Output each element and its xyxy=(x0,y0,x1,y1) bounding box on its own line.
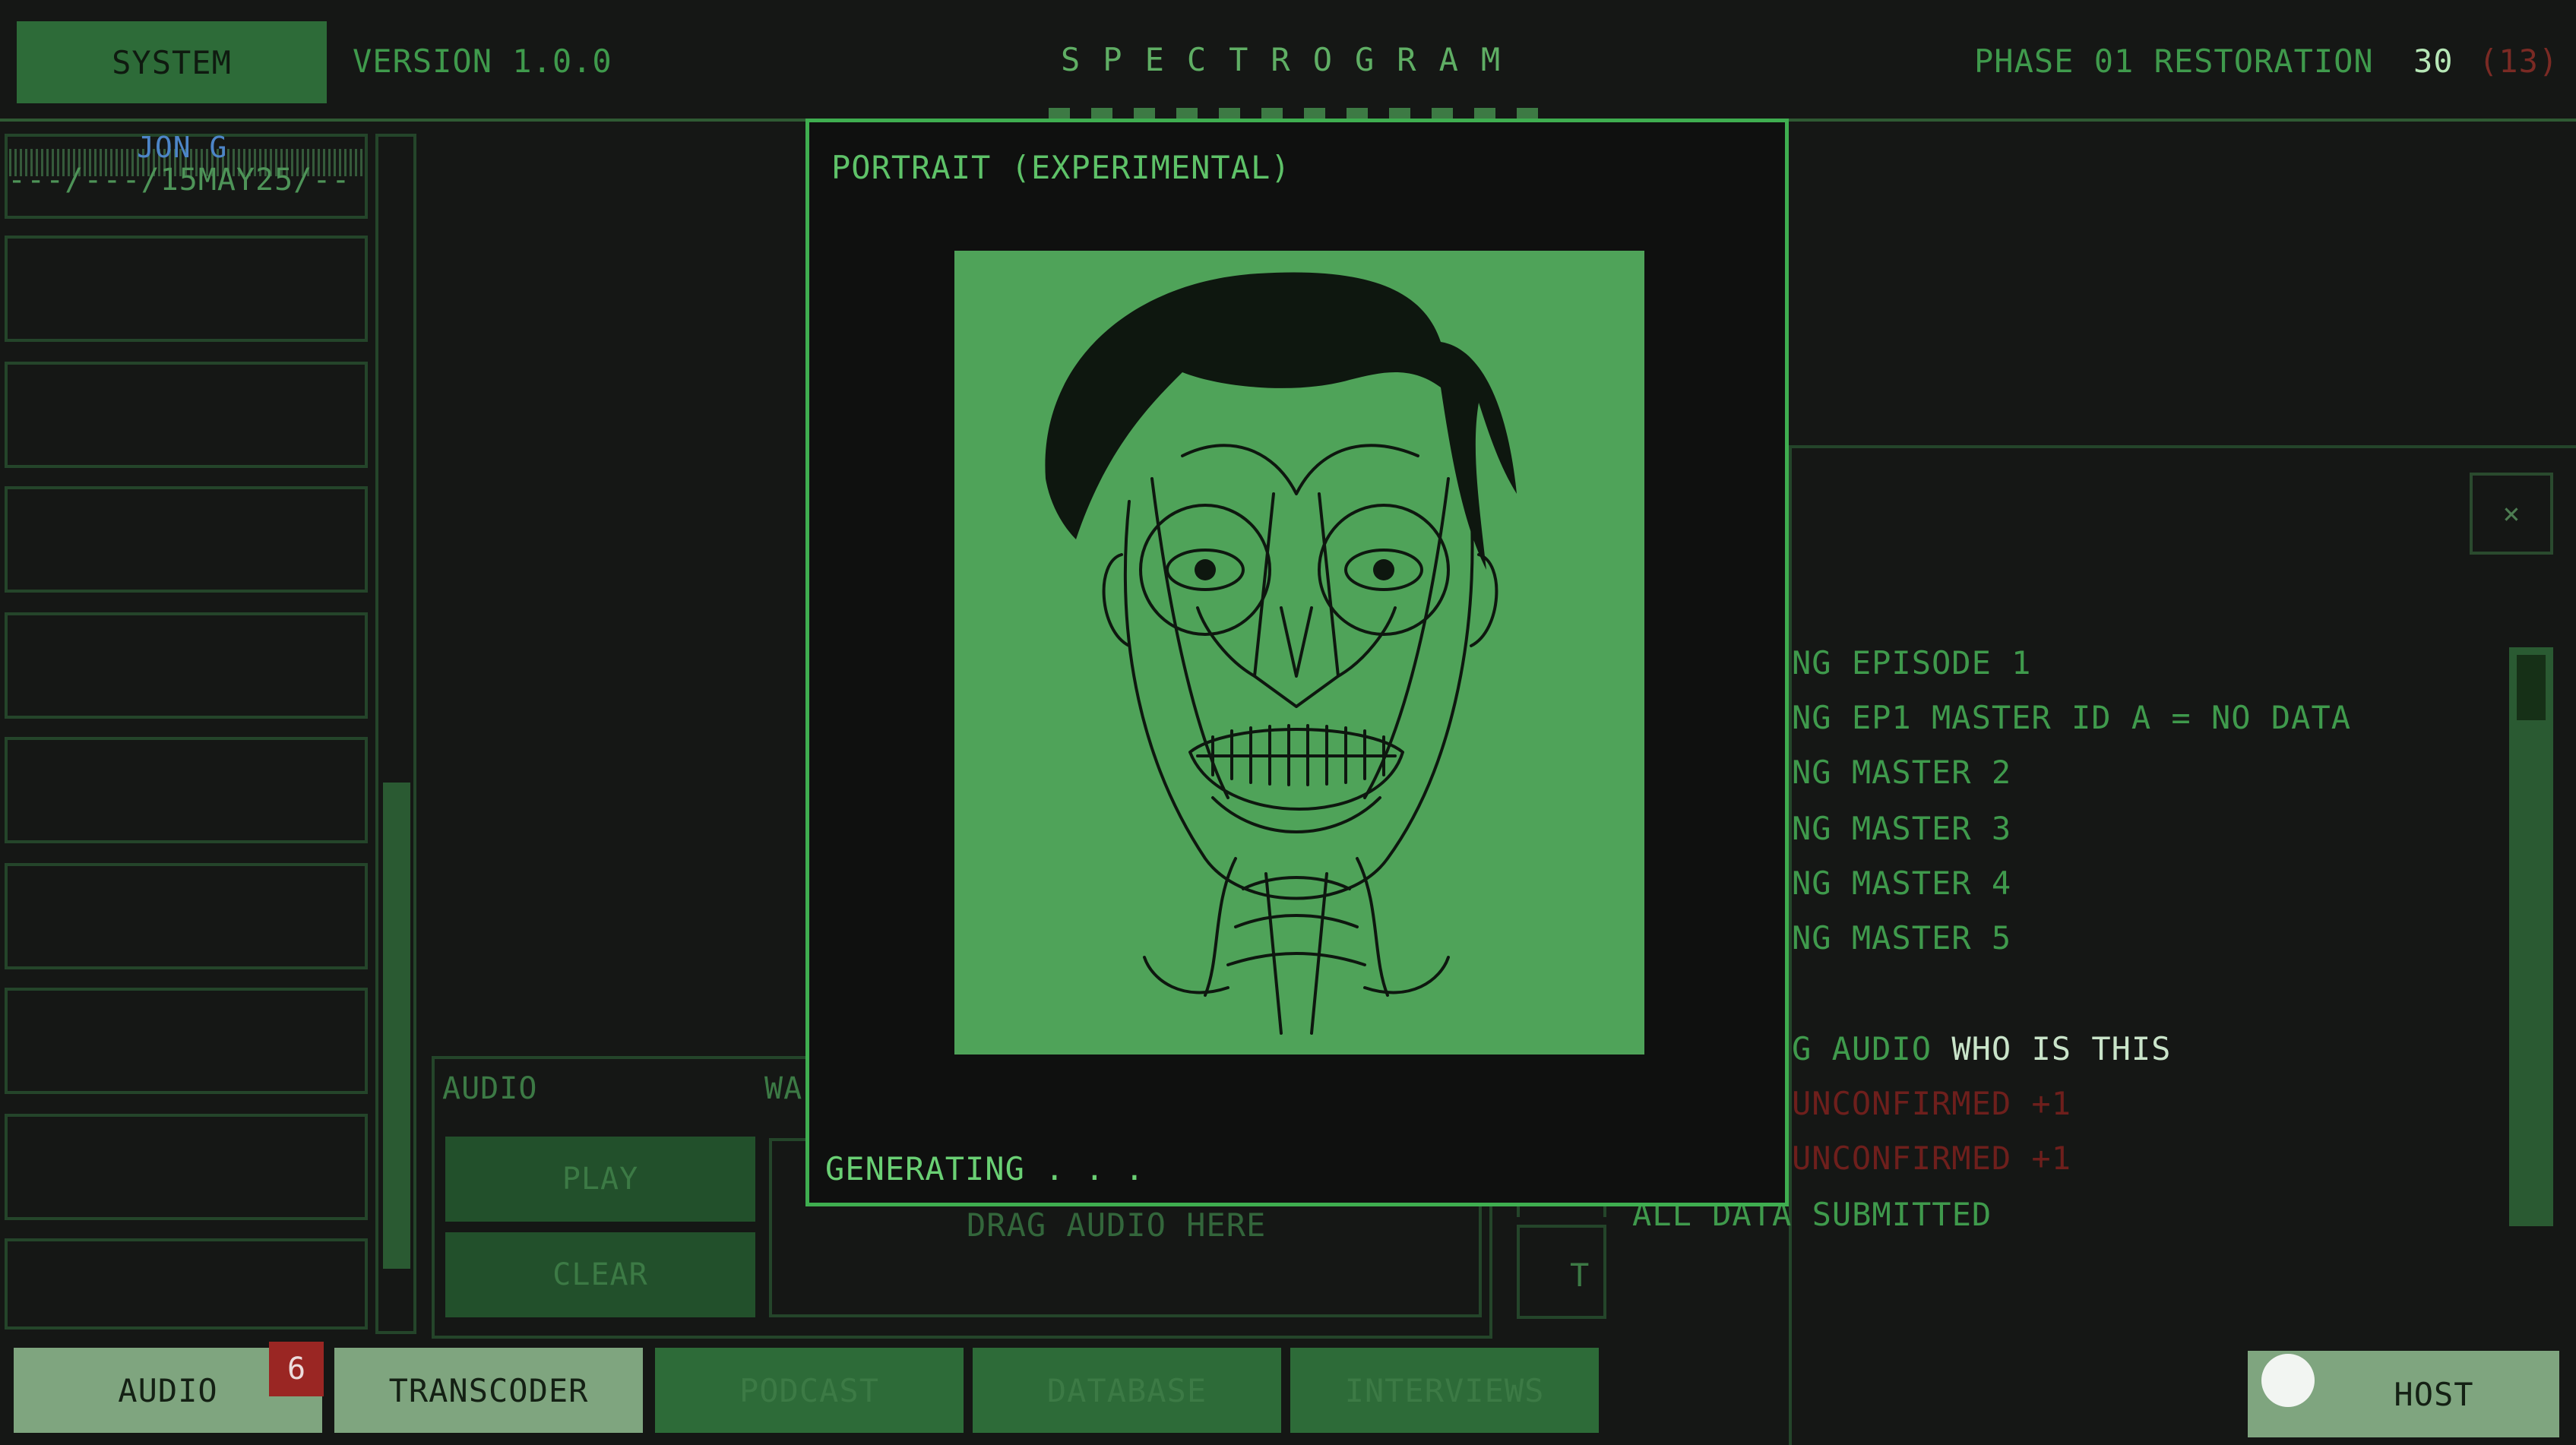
transcribe-button-label: T xyxy=(1570,1257,1590,1294)
portrait-sketch xyxy=(1045,272,1517,1035)
sidebar-scrollbar-thumb[interactable] xyxy=(383,783,410,1269)
audio-panel-label: AUDIO xyxy=(442,1071,538,1106)
log-line: NG MASTER 3 xyxy=(1792,810,2012,847)
sidebar-slot[interactable] xyxy=(5,988,368,1094)
sidebar-slot[interactable] xyxy=(5,612,368,719)
tab-interviews[interactable]: INTERVIEWS xyxy=(1290,1348,1599,1433)
sidebar-item-name: JON G xyxy=(137,131,228,164)
generating-status: GENERATING . . . xyxy=(825,1150,1145,1187)
log-line-audio: G AUDIO WHO IS THIS xyxy=(1792,1030,2171,1067)
log-line: NG EP1 MASTER ID A = NO DATA xyxy=(1792,699,2352,736)
transcribe-button[interactable] xyxy=(1517,1225,1606,1319)
play-button[interactable]: PLAY xyxy=(445,1137,755,1222)
sidebar-slot[interactable] xyxy=(5,362,368,468)
log-audio-query: WHO IS THIS xyxy=(1951,1030,2172,1067)
sidebar-slot[interactable] xyxy=(5,236,368,342)
sidebar-slot[interactable] xyxy=(5,863,368,969)
system-button[interactable]: SYSTEM xyxy=(17,21,327,103)
tab-transcoder[interactable]: TRANSCODER xyxy=(334,1348,643,1433)
app-title: SPECTROGRAM xyxy=(1061,41,1524,78)
modal-title: PORTRAIT (EXPERIMENTAL) xyxy=(831,149,1291,186)
clear-button[interactable]: CLEAR xyxy=(445,1232,755,1317)
log-line-unconfirmed: UNCONFIRMED +1 xyxy=(1792,1085,2072,1122)
phase-pending-count: (13) xyxy=(2479,43,2559,80)
sidebar-item-date: ---/---/15MAY25/-- xyxy=(8,163,351,198)
audio-count-badge: 6 xyxy=(269,1342,324,1396)
log-scrollbar[interactable] xyxy=(2509,647,2553,1226)
log-line: NG MASTER 2 xyxy=(1792,754,2012,791)
log-line: NG MASTER 5 xyxy=(1792,919,2012,956)
log-line-unconfirmed: UNCONFIRMED +1 xyxy=(1792,1140,2072,1177)
sidebar-slot[interactable] xyxy=(5,737,368,843)
phase-count: 30 xyxy=(2413,43,2454,80)
sidebar-slot[interactable] xyxy=(5,1238,368,1330)
sidebar-slot[interactable] xyxy=(5,486,368,593)
drop-zone-hint: DRAG AUDIO HERE xyxy=(967,1206,1267,1244)
version-label: VERSION 1.0.0 xyxy=(353,43,612,80)
log-audio-prefix: G AUDIO xyxy=(1792,1030,1932,1067)
sidebar-slot[interactable] xyxy=(5,1114,368,1220)
tab-database[interactable]: DATABASE xyxy=(973,1348,1281,1433)
close-icon[interactable]: × xyxy=(2470,473,2553,555)
host-status-indicator xyxy=(2261,1354,2315,1407)
host-label: HOST xyxy=(2394,1375,2474,1413)
log-line: NG EPISODE 1 xyxy=(1792,644,2032,681)
waveform-panel-label: WA xyxy=(764,1071,803,1106)
log-scrollbar-thumb[interactable] xyxy=(2517,655,2546,720)
phase-label: PHASE 01 RESTORATION xyxy=(1974,43,2374,80)
log-line: NG MASTER 4 xyxy=(1792,865,2012,902)
tab-podcast[interactable]: PODCAST xyxy=(655,1348,964,1433)
